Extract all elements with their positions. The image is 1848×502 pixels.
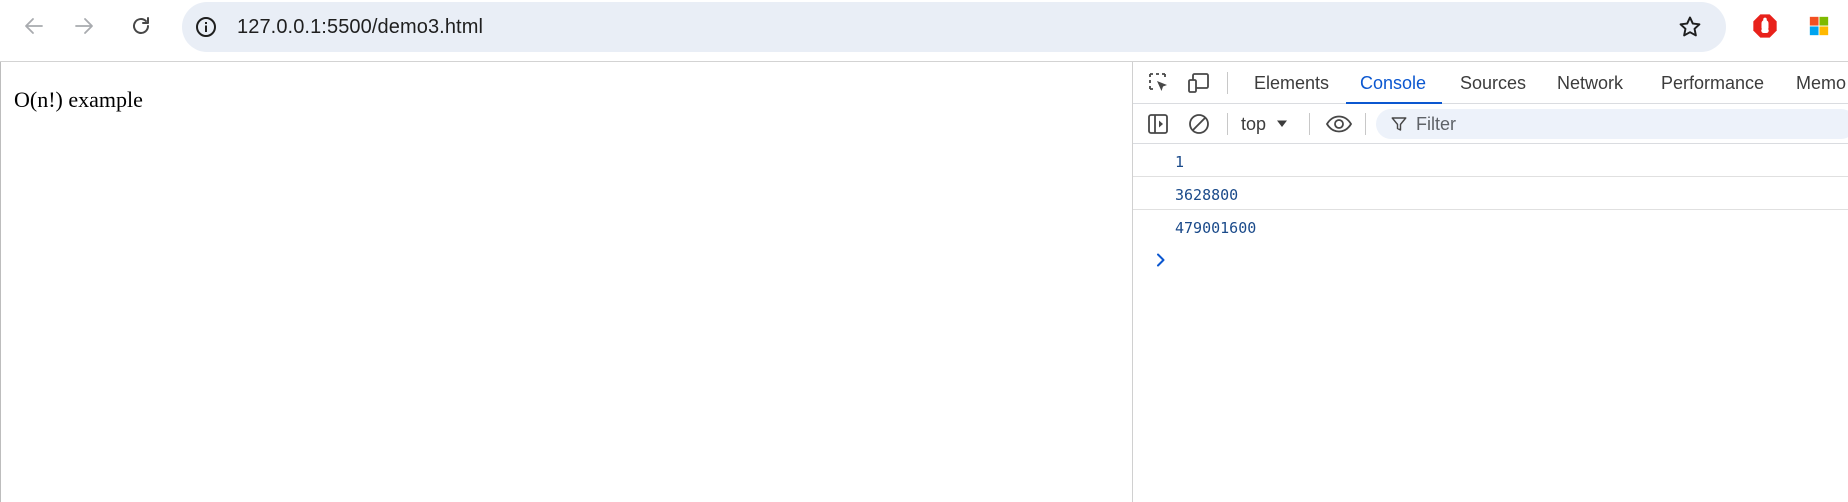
console-toolbar: top Filter xyxy=(1133,104,1848,144)
tab-sources[interactable]: Sources xyxy=(1460,62,1526,104)
console-message-value: 3628800 xyxy=(1175,186,1239,204)
page-viewport: O(n!) example xyxy=(0,62,1132,502)
extension-stop-button[interactable] xyxy=(1749,10,1781,42)
eye-icon xyxy=(1325,115,1353,133)
tab-memory[interactable]: Memo xyxy=(1796,62,1846,104)
toolbar-divider xyxy=(1227,113,1228,135)
devtools-tab-bar: Elements Console Sources Network Perform… xyxy=(1133,62,1848,105)
tab-console[interactable]: Console xyxy=(1345,62,1443,105)
clear-console-button[interactable] xyxy=(1186,111,1212,137)
devtools-panel: Elements Console Sources Network Perform… xyxy=(1132,62,1848,502)
red-hand-stop-icon xyxy=(1753,14,1777,38)
console-message-value: 479001600 xyxy=(1175,219,1257,237)
console-filter-input[interactable]: Filter xyxy=(1376,109,1848,139)
select-element-icon xyxy=(1149,73,1167,91)
forward-button[interactable] xyxy=(66,8,102,44)
windows-logo-icon xyxy=(1809,16,1829,36)
reload-icon xyxy=(133,17,149,34)
tab-performance[interactable]: Performance xyxy=(1661,62,1764,104)
toolbar-divider xyxy=(1227,72,1228,94)
arrow-left-icon xyxy=(25,18,43,34)
bookmark-button[interactable] xyxy=(1676,13,1704,41)
arrow-right-icon xyxy=(75,18,93,34)
tab-elements[interactable]: Elements xyxy=(1254,62,1329,104)
inspect-element-button[interactable] xyxy=(1146,70,1172,96)
site-info-button[interactable] xyxy=(192,13,220,41)
toolbar-divider xyxy=(1365,113,1366,135)
extension-microsoft-button[interactable] xyxy=(1803,10,1835,42)
page-text: O(n!) example xyxy=(14,87,143,112)
address-bar[interactable]: 127.0.0.1:5500/demo3.html xyxy=(182,2,1726,52)
browser-toolbar: 127.0.0.1:5500/demo3.html xyxy=(0,0,1848,62)
show-sidebar-button[interactable] xyxy=(1145,111,1171,137)
console-message-value: 1 xyxy=(1175,153,1185,171)
filter-placeholder: Filter xyxy=(1416,113,1456,134)
context-selector-label: top xyxy=(1241,113,1267,134)
live-expression-button[interactable] xyxy=(1324,111,1354,137)
device-mode-icon xyxy=(1188,73,1209,93)
context-selector[interactable]: top xyxy=(1241,112,1288,136)
caret-down-icon xyxy=(1277,120,1288,127)
console-message: 1 xyxy=(1133,144,1848,177)
info-icon xyxy=(196,17,216,37)
back-button[interactable] xyxy=(16,8,52,44)
url-text[interactable]: 127.0.0.1:5500/demo3.html xyxy=(237,16,483,39)
reload-button[interactable] xyxy=(123,8,159,44)
filter-icon xyxy=(1391,117,1407,131)
console-message: 3628800 xyxy=(1133,177,1848,210)
console-prompt[interactable] xyxy=(1151,250,1171,270)
star-icon xyxy=(1679,16,1701,37)
toolbar-divider xyxy=(1309,113,1310,135)
clear-icon xyxy=(1189,114,1209,134)
console-message: 479001600 xyxy=(1133,210,1848,243)
chevron-right-icon xyxy=(1157,253,1165,267)
sidebar-toggle-icon xyxy=(1148,114,1168,134)
device-toolbar-button[interactable] xyxy=(1186,70,1212,96)
tab-network[interactable]: Network xyxy=(1557,62,1623,104)
